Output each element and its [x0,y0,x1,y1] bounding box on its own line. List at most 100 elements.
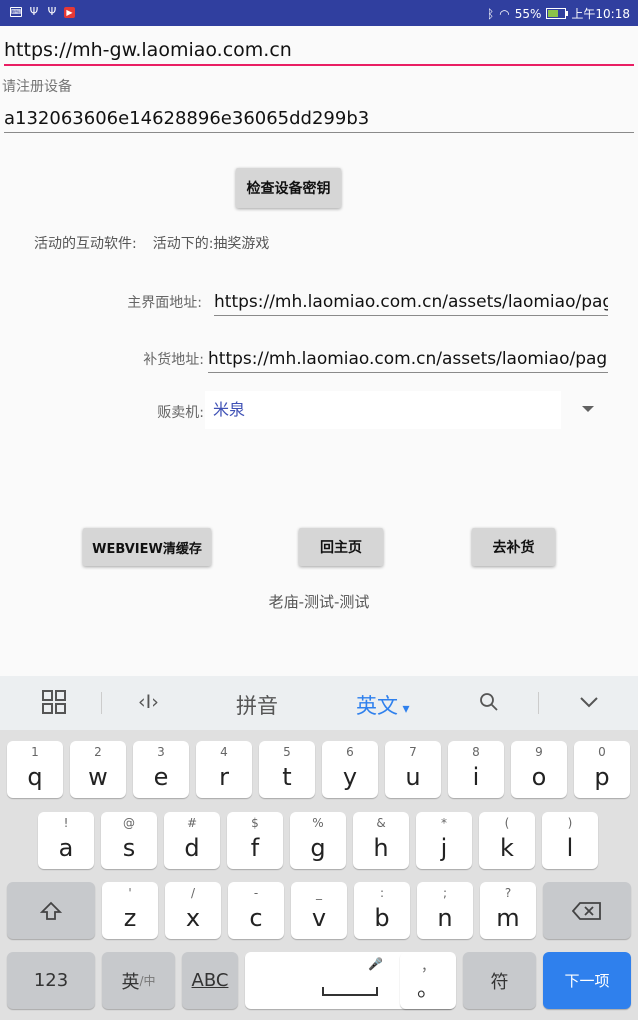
key-hint: ; [442,886,448,900]
key-label: l [566,834,574,862]
battery-icon [546,8,569,19]
key-label: i [472,763,480,791]
dropdown-arrow-icon[interactable] [582,406,594,412]
main-url-label: 主界面地址: [127,295,202,311]
key-hint: 2 [94,745,102,759]
key-label: r [219,763,229,791]
key-label: j [440,834,448,862]
key-label: o [531,763,547,791]
footer-label: 老庙-测试-测试 [268,593,370,611]
grid-menu-icon[interactable] [42,690,66,719]
key-k[interactable]: (k [479,812,535,869]
numbers-key[interactable]: 123 [7,952,95,1009]
device-key-input[interactable]: a132063606e14628896e36065dd299b3 [4,106,634,133]
key-hint: 1 [31,745,39,759]
keyboard-toolbar: ‹I› 拼音 英文 ▾ [0,676,638,730]
search-icon[interactable] [479,692,499,717]
bluetooth-icon: ᛒ [487,6,495,21]
key-m[interactable]: ? m [480,882,536,939]
key-label: p [594,763,610,791]
key-u[interactable]: 7u [385,741,441,798]
active-software-row: 活动的互动软件: 活动下的:抽奖游戏 [34,233,269,253]
restock-url-input[interactable]: https://mh.laomiao.com.cn/assets/laomiao… [208,346,608,373]
key-hint: # [186,816,198,830]
keyboard-status-icon: ⌨ [10,7,22,17]
key-q[interactable]: 1q [7,741,63,798]
usb-icon: Ψ [29,5,39,18]
key-c[interactable]: -c [228,882,284,939]
key-label: t [282,763,292,791]
key-hint: 7 [409,745,417,759]
shift-icon [40,901,62,920]
key-l[interactable]: ) l [542,812,598,869]
key-label: b [374,904,390,932]
key-w[interactable]: 2w [70,741,126,798]
key-hint: ) [567,816,573,830]
clock: 上午10:18 [571,7,630,21]
key-o[interactable]: 9o [511,741,567,798]
key-e[interactable]: 3e [133,741,189,798]
key-hint: * [441,816,447,830]
key-label: c [249,904,263,932]
server-url-input[interactable]: https://mh-gw.laomiao.com.cn [4,36,634,66]
vending-select[interactable]: 米泉 [205,391,561,429]
hide-keyboard-icon[interactable] [579,692,599,717]
key-hint: ( [504,816,510,830]
cursor-move-icon[interactable]: ‹I› [138,691,159,713]
key-label: y [342,763,358,791]
key-z[interactable]: ' z [102,882,158,939]
key-label: s [122,834,136,862]
key-v[interactable]: _ v [291,882,347,939]
key-label: e [153,763,169,791]
key-b[interactable]: :b [354,882,410,939]
next-key[interactable]: 下一项 [543,952,631,1009]
key-s[interactable]: @ s [101,812,157,869]
key-n[interactable]: ; n [417,882,473,939]
key-t[interactable]: 5t [259,741,315,798]
check-device-key-button[interactable]: 检查设备密钥 [236,168,341,208]
key-d[interactable]: # d [164,812,220,869]
language-switch-key[interactable]: 英/中 [102,952,175,1009]
symbols-key[interactable]: 符 [463,952,536,1009]
english-mode[interactable]: 英文 ▾ [356,690,409,720]
key-j[interactable]: * j [416,812,472,869]
key-i[interactable]: 8i [448,741,504,798]
key-label: q [27,763,43,791]
keyboard: 1 q 2 w 3 e 4 r 5 t 6 y 7 u 8 i 9 o 0 p! a @ s # d $ f% g & h * j(k) l ' z… [0,730,638,1020]
shift-key[interactable] [7,882,95,939]
key-label: v [311,904,327,932]
key-hint: ? [504,886,512,900]
abc-key[interactable]: ABC [182,952,238,1009]
key-hint: % [312,816,324,830]
key-hint: - [253,886,259,900]
period-label: 。 [416,977,439,1002]
usb-icon-2: Ψ [47,5,57,18]
key-y[interactable]: 6y [322,741,378,798]
clear-cache-button[interactable]: WEBVIEW清缓存 [83,528,211,566]
pinyin-mode[interactable]: 拼音 [236,690,278,720]
key-x[interactable]: / x [165,882,221,939]
key-h[interactable]: & h [353,812,409,869]
microphone-icon: 🎤 [368,957,383,971]
english-mode-label: 英文 [356,694,398,718]
key-f[interactable]: $ f [227,812,283,869]
chevron-down-icon: ▾ [398,701,410,717]
key-hint: ' [128,886,132,900]
key-r[interactable]: 4r [196,741,252,798]
main-url-input[interactable]: https://mh.laomiao.com.cn/assets/laomiao… [214,289,608,316]
key-label: a [58,834,74,862]
period-key[interactable]: ，。 [400,952,456,1009]
backspace-key[interactable] [543,882,631,939]
key-label: z [123,904,137,932]
key-hint: 9 [535,745,543,759]
key-a[interactable]: ! a [38,812,94,869]
key-label: w [88,763,108,791]
key-g[interactable]: % g [290,812,346,869]
key-hint: @ [123,816,135,830]
vending-label: 贩卖机: [157,405,204,421]
key-hint: 6 [346,745,354,759]
key-p[interactable]: 0p [574,741,630,798]
restock-button[interactable]: 去补货 [472,528,555,566]
home-button[interactable]: 回主页 [299,528,383,566]
key-label: h [373,834,389,862]
